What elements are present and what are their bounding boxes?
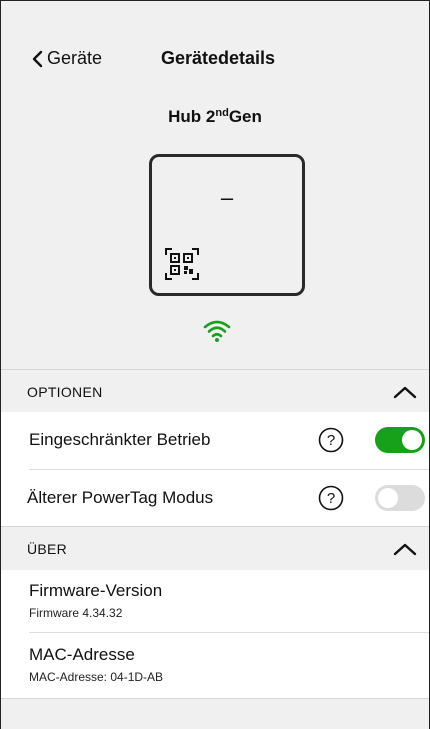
chevron-up-icon[interactable] [393,385,417,399]
legacy-powertag-toggle[interactable] [375,485,425,511]
option-label: Eingeschränkter Betrieb [29,430,211,449]
device-name-sup: nd [215,107,229,119]
divider [1,698,429,699]
restricted-mode-toggle[interactable] [375,427,425,453]
about-header-label: ÜBER [27,540,68,557]
page-title: Gerätedetails [161,48,276,68]
device-name-prefix: Hub 2 [168,107,216,126]
device-name-suffix: Gen [228,107,262,126]
chevron-up-icon[interactable] [393,542,417,556]
back-button[interactable]: Geräte [31,48,102,69]
qr-code-icon [165,248,199,280]
options-list: Eingeschränkter Betrieb ? Älterer PowerT… [1,412,429,526]
device-details-screen: Geräte Gerätedetails Hub 2ndGen – OPTION… [0,0,430,729]
svg-text:?: ? [327,432,335,449]
device-display-text: – [220,185,234,210]
toggle-knob [402,430,422,450]
help-circle-icon[interactable]: ? [318,427,344,453]
option-row-powertag: Älterer PowerTag Modus ? [1,470,429,526]
header: Geräte Gerätedetails [1,1,429,111]
device-illustration: – [149,154,305,296]
wifi-icon [203,320,231,342]
about-section-header[interactable]: ÜBER [1,526,429,570]
mac-value: MAC-Adresse: 04-1D-AB [29,670,164,684]
options-header-label: OPTIONEN [27,383,103,400]
firmware-title: Firmware-Version [29,581,163,600]
options-section-header[interactable]: OPTIONEN [1,369,429,413]
svg-text:?: ? [327,490,335,507]
help-circle-icon[interactable]: ? [318,485,344,511]
option-row-restricted: Eingeschränkter Betrieb ? [1,412,429,468]
firmware-value: Firmware 4.34.32 [29,606,123,620]
chevron-left-icon [32,50,43,67]
divider [29,632,429,633]
device-name: Hub 2ndGen [1,107,429,127]
back-label: Geräte [47,48,103,68]
mac-title: MAC-Adresse [29,645,135,664]
option-label: Älterer PowerTag Modus [27,488,214,507]
toggle-knob [378,488,398,508]
about-list: Firmware-Version Firmware 4.34.32 MAC-Ad… [1,570,429,699]
